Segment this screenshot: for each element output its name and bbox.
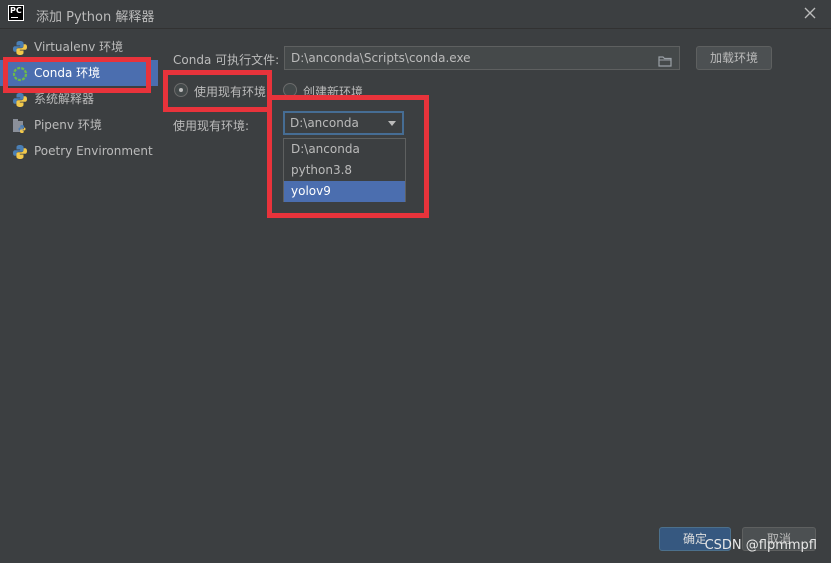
sidebar-item-conda[interactable]: Conda 环境 [0,60,158,86]
chevron-down-icon [388,121,396,126]
pipenv-icon [12,117,28,133]
sidebar-item-label: Virtualenv 环境 [34,40,124,54]
add-interpreter-dialog: PC 添加 Python 解释器 Virtualenv 环境 Conda 环境 … [0,0,831,563]
close-icon[interactable] [803,6,817,20]
conda-exe-label: Conda 可执行文件: [173,53,280,67]
sidebar-item-pipenv[interactable]: Pipenv 环境 [0,112,158,138]
sidebar-item-label: Pipenv 环境 [34,118,102,132]
title-bar: PC 添加 Python 解释器 [0,0,831,29]
use-existing-env-label: 使用现有环境: [173,119,250,133]
sidebar-item-system-interpreter[interactable]: 系统解释器 [0,86,158,112]
pycharm-icon: PC [8,5,24,21]
sidebar-item-poetry[interactable]: Poetry Environment [0,138,158,164]
dialog-title: 添加 Python 解释器 [36,10,155,25]
conda-icon [12,65,28,82]
python-icon [12,143,28,159]
dropdown-option-anconda[interactable]: D:\anconda [284,139,405,160]
interpreter-type-list: Virtualenv 环境 Conda 环境 系统解释器 Pipenv 环境 P… [0,34,158,164]
load-environments-button[interactable]: 加载环境 [696,46,772,70]
env-dropdown-list: D:\anconda python3.8 yolov9 [283,138,406,202]
sidebar-item-virtualenv[interactable]: Virtualenv 环境 [0,34,158,60]
conda-exe-path-input[interactable]: D:\anconda\Scripts\conda.exe [284,46,680,70]
python-icon [12,91,28,107]
dropdown-option-yolov9[interactable]: yolov9 [284,181,405,202]
sidebar-item-label: Poetry Environment [34,144,153,158]
python-icon [12,39,28,55]
combobox-selected-value: D:\anconda [290,116,359,130]
conda-exe-path-value: D:\anconda\Scripts\conda.exe [291,51,471,65]
sidebar-item-label: 系统解释器 [34,92,95,106]
radio-create-new-label: 创建新环境 [303,85,364,99]
watermark-text: CSDN @flpmmpfl [704,538,817,553]
radio-use-existing[interactable] [174,83,188,97]
radio-use-existing-label: 使用现有环境 [194,85,267,99]
folder-icon[interactable] [658,52,672,67]
existing-env-combobox[interactable]: D:\anconda [283,111,404,135]
radio-create-new[interactable] [283,83,297,97]
sidebar-item-label: Conda 环境 [34,66,101,80]
dropdown-option-python38[interactable]: python3.8 [284,160,405,181]
